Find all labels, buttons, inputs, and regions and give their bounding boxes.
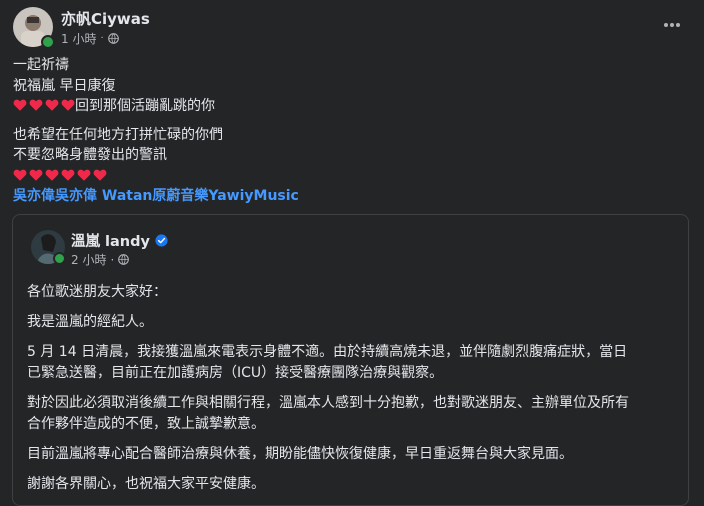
shared-paragraph-line: 5 月 14 日清晨，我接獲溫嵐來電表示身體不適。由於持續高燒未退，並伴隨劇烈腹… [27,344,628,360]
shared-post-card[interactable]: 溫嵐 landy 2 小時 · 各位歌迷朋友大家好： 我是溫嵐的經紀人。 5 月… [12,214,689,506]
meta-separator: · [110,252,115,267]
heart-icon [61,99,75,111]
tagged-people-link[interactable]: 吳亦偉吳亦偉 Watan原蔚音樂YawiyMusic [13,186,683,207]
shared-paragraph: 目前溫嵐將專心配合醫師治療與休養，期盼能儘快恢復健康，早日重返舞台與大家見面。 [27,446,573,462]
shared-post-time[interactable]: 2 小時 [71,251,106,268]
heart-icon [45,169,59,181]
shared-paragraph-line: 已緊急送醫，目前正在加護病房（ICU）接受醫療團隊治療與觀察。 [27,365,444,381]
post-meta: 1 小時 · [61,30,119,47]
post-line: 也希望在任何地方打拼忙碌的你們 [13,126,223,143]
heart-icon [13,99,27,111]
post-line: 祝福嵐 早日康復 [13,77,116,94]
shared-post-body: 各位歌迷朋友大家好： 我是溫嵐的經紀人。 5 月 14 日清晨，我接獲溫嵐來電表… [27,282,677,495]
heart-icon [13,169,27,181]
heart-line-text: 回到那個活蹦亂跳的你 [75,98,215,114]
post-heart-line: 回到那個活蹦亂跳的你 [13,96,683,117]
post-line: 一起祈禱 [13,57,69,73]
post-time[interactable]: 1 小時 [61,30,96,47]
heart-icon [29,169,43,181]
globe-icon[interactable] [107,33,119,44]
post-heart-row [13,166,683,187]
shared-paragraph: 各位歌迷朋友大家好： [27,284,167,300]
globe-icon[interactable] [118,254,130,265]
meta-separator: · [100,33,104,44]
heart-icon [61,169,75,181]
shared-paragraph-line: 對於因此必須取消後續工作與相關行程，溫嵐本人感到十分抱歉，也對歌迷朋友、主辦單位… [27,395,629,411]
post-author-name[interactable]: 亦帆Ciywas [61,8,150,29]
heart-icon [29,99,43,111]
facebook-post: 亦帆Ciywas 1 小時 · 一起祈禱 祝福嵐 早日康復 回到那個活蹦亂跳的你… [0,0,704,506]
post-line: 不要忽略身體發出的警訊 [13,147,167,163]
shared-paragraph-line: 合作夥伴造成的不便，致上誠摯歉意。 [27,416,265,432]
heart-icon [45,99,59,111]
shared-post-meta: 2 小時 · [71,251,130,268]
online-status-dot [53,252,66,265]
more-options-icon [664,23,680,27]
shared-author: 溫嵐 landy [71,230,168,251]
shared-author-name[interactable]: 溫嵐 landy [71,230,150,251]
more-options-button[interactable] [660,15,684,35]
heart-emojis [13,168,107,182]
verified-badge-icon [155,234,168,247]
heart-emojis [13,98,75,112]
shared-paragraph: 我是溫嵐的經紀人。 [27,314,153,330]
post-body: 一起祈禱 祝福嵐 早日康復 回到那個活蹦亂跳的你 也希望在任何地方打拼忙碌的你們… [13,55,683,207]
heart-icon [93,169,107,181]
online-status-dot [41,35,55,49]
heart-icon [77,169,91,181]
